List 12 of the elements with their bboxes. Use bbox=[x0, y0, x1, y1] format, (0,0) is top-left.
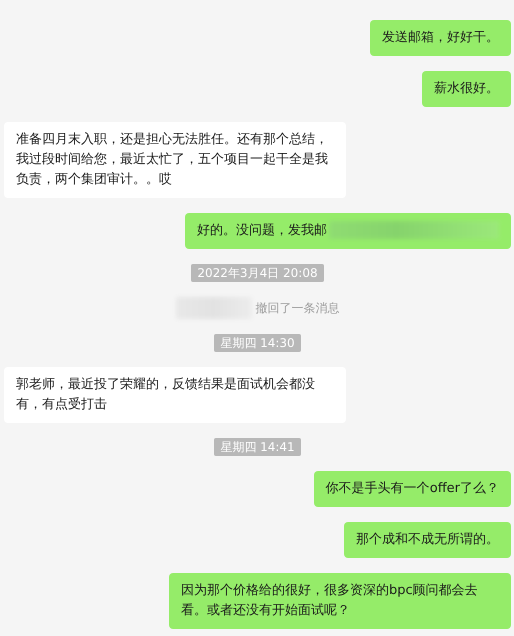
sent-message: 你不是手头有一个offer了么？ bbox=[314, 471, 511, 507]
received-message: 郭老师，最近投了荣耀的，反馈结果是面试机会都没有，有点受打击 bbox=[4, 367, 346, 423]
recall-notice: 撤回了一条消息 bbox=[256, 300, 340, 316]
timestamp: 星期四 14:30 bbox=[214, 334, 301, 352]
sent-message: 那个成和不成无所谓的。 bbox=[344, 522, 511, 558]
sent-message: 好的。没问题，发我邮 bbox=[185, 213, 511, 249]
sent-message: 薪水很好。 bbox=[422, 71, 511, 107]
received-message: 准备四月末入职，还是担心无法胜任。还有那个总结，我过段时间给您，最近太忙了，五个项目一起干全是我负责，两个集团审计。。哎 bbox=[4, 122, 346, 198]
sent-message: 因为那个价格给的很好，很多资深的bpc顾问都会去看。或者还没有开始面试呢？ bbox=[169, 573, 511, 629]
sent-message: 发送邮箱，好好干。 bbox=[370, 20, 511, 56]
timestamp: 星期四 14:41 bbox=[214, 438, 301, 456]
timestamp: 2022年3月4日 20:08 bbox=[191, 264, 324, 282]
